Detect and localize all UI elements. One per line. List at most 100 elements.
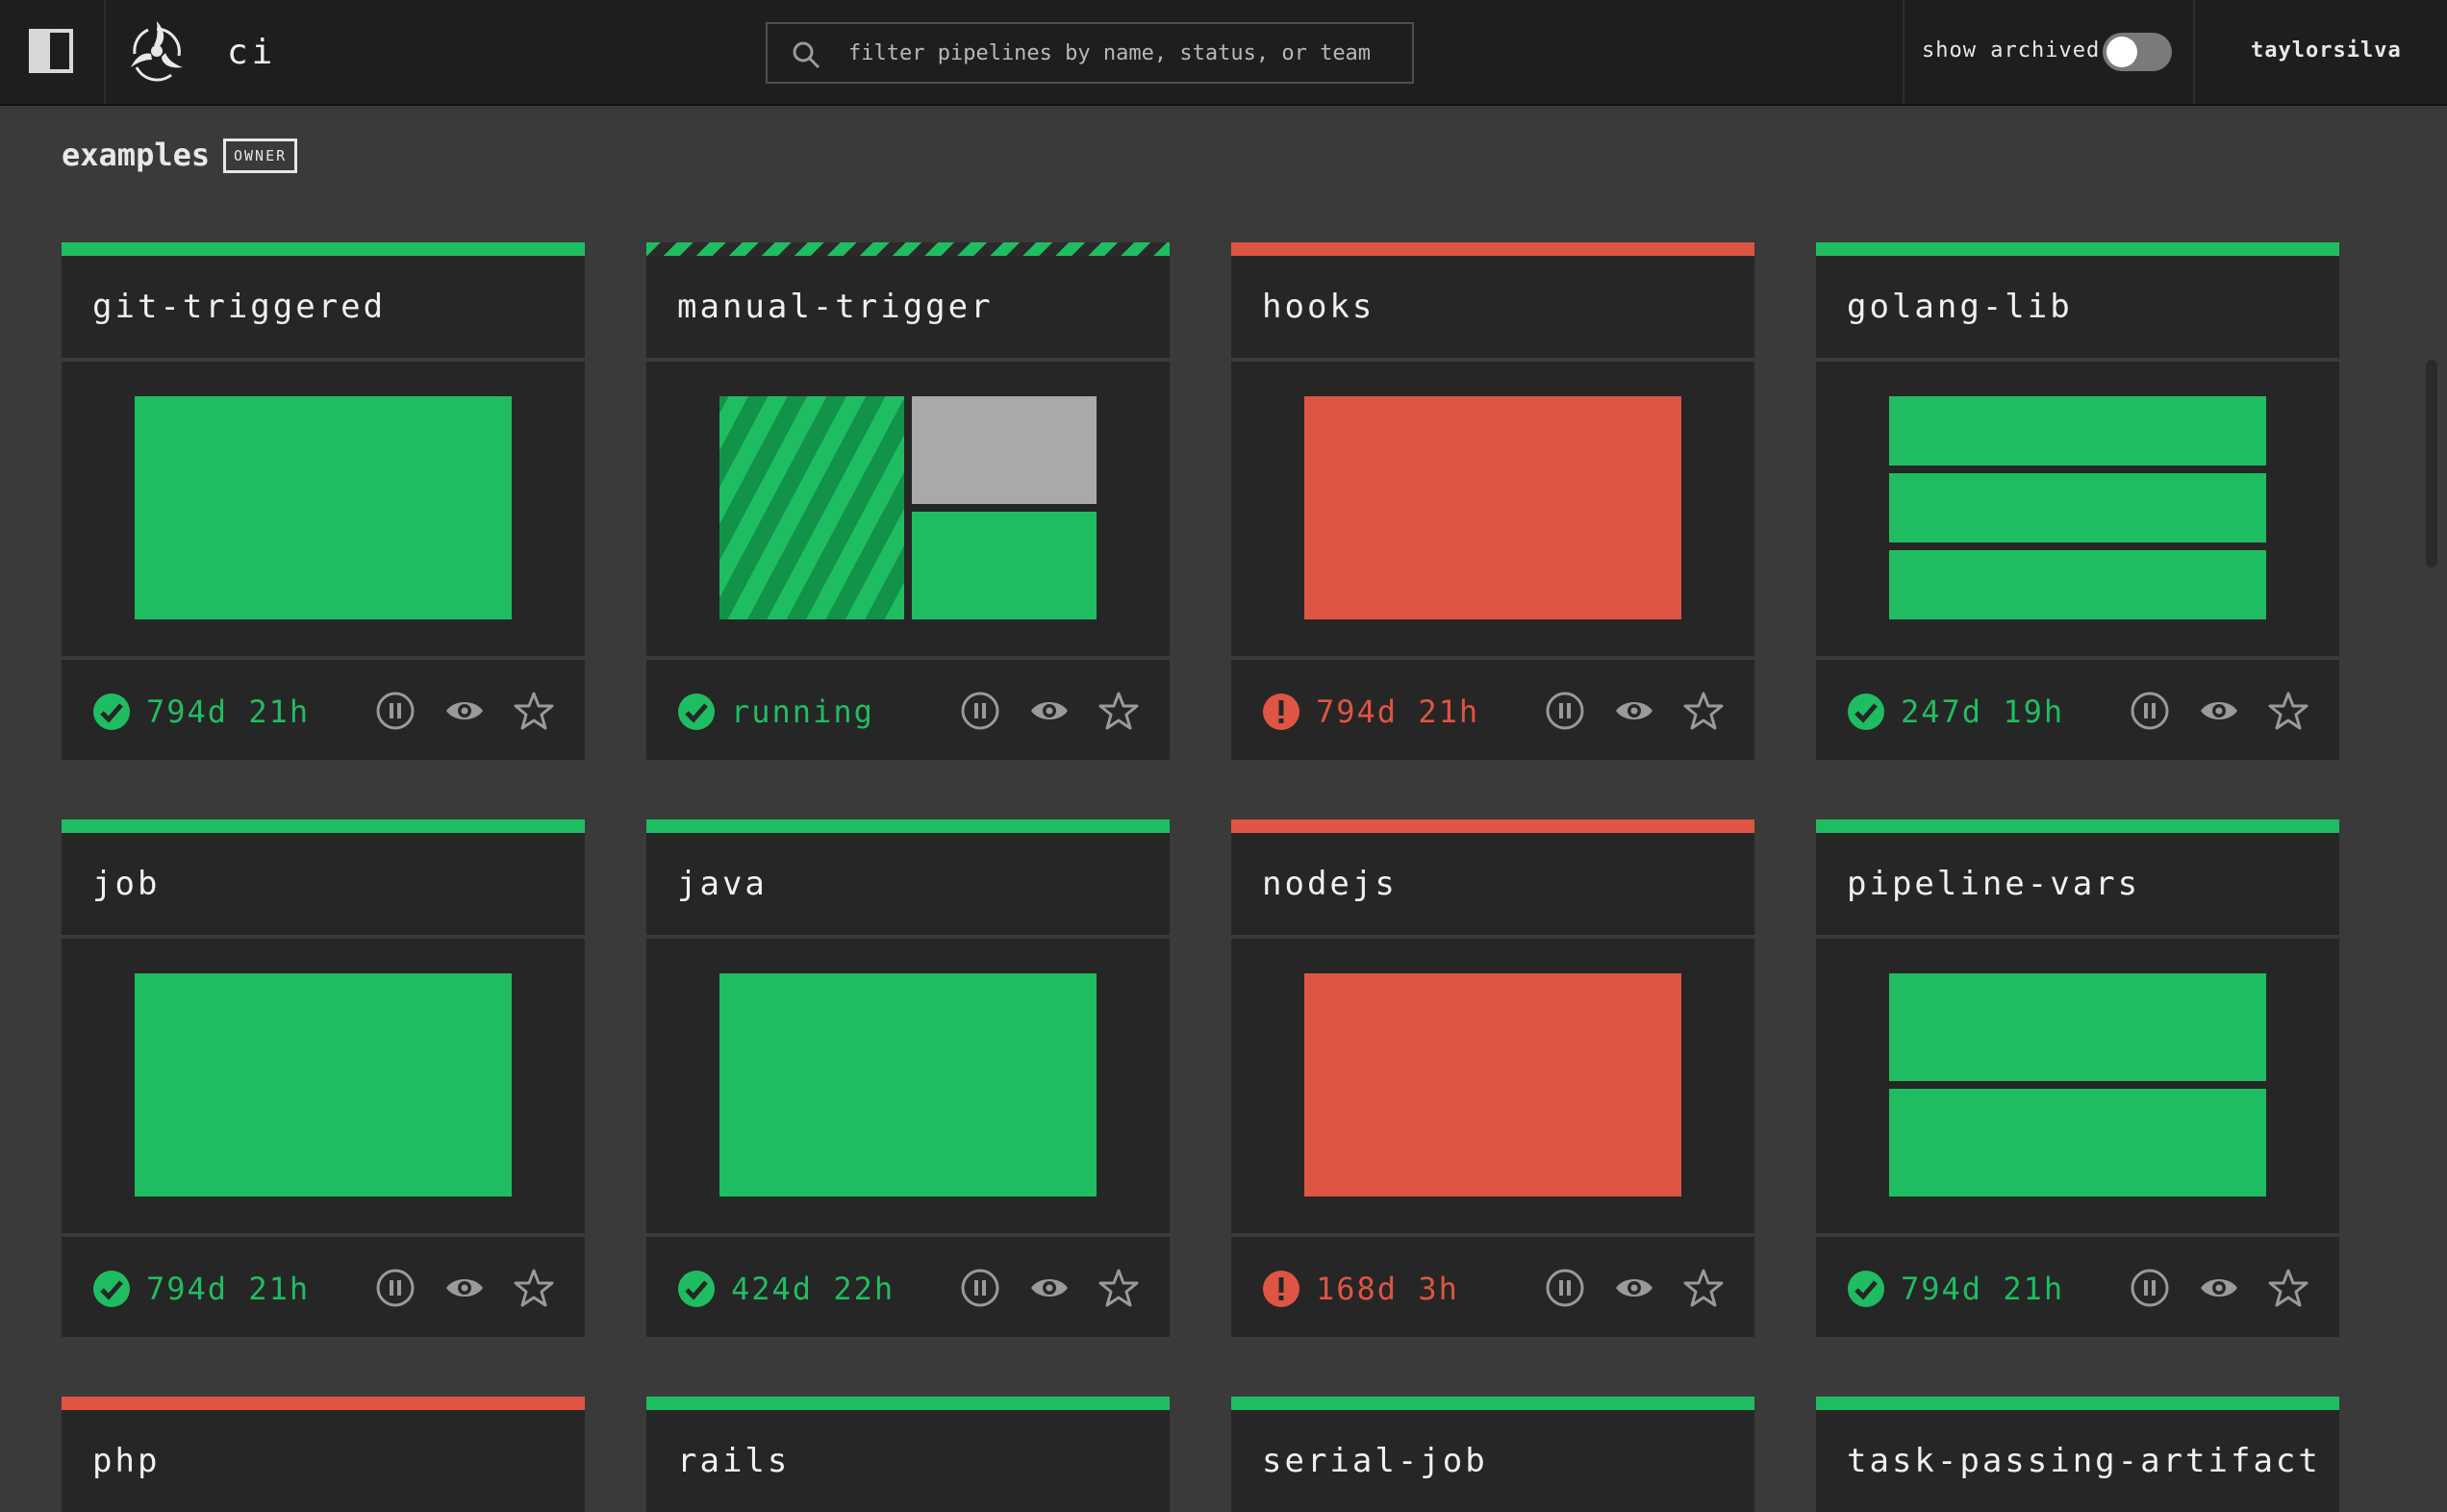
pipeline-name[interactable]: serial-job [1262, 1442, 1488, 1480]
job-box[interactable] [1889, 473, 2266, 542]
eye-icon[interactable] [1029, 1268, 1070, 1308]
pipeline-card[interactable]: php [62, 1397, 585, 1512]
status-duration: running [731, 693, 874, 730]
pipeline-preview[interactable] [646, 362, 1170, 656]
pipeline-name[interactable]: task-passing-artifact [1847, 1442, 2321, 1480]
status-bar [646, 1397, 1170, 1410]
pipeline-card[interactable]: golang-lib 247d 19h [1816, 242, 2339, 760]
pipeline-preview[interactable] [1816, 939, 2339, 1233]
concourse-logo-icon[interactable] [123, 17, 190, 85]
card-header[interactable]: job [62, 833, 585, 935]
job-box[interactable] [1889, 1089, 2266, 1197]
pipeline-name[interactable]: nodejs [1262, 865, 1398, 903]
star-icon[interactable] [1098, 691, 1139, 731]
job-box[interactable] [1889, 396, 2266, 466]
star-icon[interactable] [1683, 1268, 1724, 1308]
pipeline-preview[interactable] [1231, 362, 1754, 656]
pipeline-name[interactable]: pipeline-vars [1847, 865, 2140, 903]
card-header[interactable]: nodejs [1231, 833, 1754, 935]
pipeline-preview[interactable] [646, 939, 1170, 1233]
status-duration: 168d 3h [1316, 1271, 1459, 1307]
pipeline-name[interactable]: java [677, 865, 768, 903]
eye-icon[interactable] [444, 691, 485, 731]
scrollbar[interactable] [2426, 360, 2437, 567]
user-menu[interactable]: taylorsilva [2251, 38, 2402, 63]
pause-icon[interactable] [1545, 1268, 1585, 1308]
card-header[interactable]: pipeline-vars [1816, 833, 2339, 935]
status-duration: 424d 22h [731, 1271, 896, 1307]
star-icon[interactable] [2268, 1268, 2308, 1308]
star-icon[interactable] [2268, 691, 2308, 731]
pause-icon[interactable] [2130, 1268, 2170, 1308]
card-header[interactable]: php [62, 1410, 585, 1512]
pipeline-card[interactable]: job 794d 21h [62, 819, 585, 1337]
pause-icon[interactable] [1545, 691, 1585, 731]
pipeline-name[interactable]: hooks [1262, 288, 1375, 326]
card-header[interactable]: serial-job [1231, 1410, 1754, 1512]
pause-icon[interactable] [960, 1268, 1000, 1308]
pipeline-preview[interactable] [1231, 939, 1754, 1233]
pipeline-card[interactable]: java 424d 22h [646, 819, 1170, 1337]
job-box[interactable] [135, 973, 512, 1197]
job-box[interactable] [1304, 396, 1681, 619]
job-box[interactable] [719, 973, 1097, 1197]
pipeline-name[interactable]: job [92, 865, 160, 903]
job-box[interactable] [912, 396, 1097, 504]
card-footer: 794d 21h [1816, 1237, 2339, 1337]
card-header[interactable]: task-passing-artifact [1816, 1410, 2339, 1512]
pipeline-preview[interactable] [62, 939, 585, 1233]
job-box[interactable] [1304, 973, 1681, 1197]
eye-icon[interactable] [2199, 1268, 2239, 1308]
pipeline-name[interactable]: git-triggered [92, 288, 386, 326]
pipeline-name[interactable]: golang-lib [1847, 288, 2073, 326]
card-header[interactable]: git-triggered [62, 256, 585, 358]
pipeline-preview[interactable] [1816, 362, 2339, 656]
pipeline-name[interactable]: php [92, 1442, 160, 1480]
eye-icon[interactable] [1614, 1268, 1654, 1308]
divider [2193, 0, 2195, 104]
team-title: examples [62, 137, 211, 173]
status-bar [1231, 242, 1754, 256]
pipeline-name[interactable]: manual-trigger [677, 288, 994, 326]
job-box[interactable] [1889, 550, 2266, 619]
card-header[interactable]: rails [646, 1410, 1170, 1512]
pipeline-card[interactable]: rails [646, 1397, 1170, 1512]
star-icon[interactable] [1683, 691, 1724, 731]
job-box[interactable] [719, 396, 904, 619]
star-icon[interactable] [514, 1268, 554, 1308]
pipeline-card[interactable]: pipeline-vars 794d 21h [1816, 819, 2339, 1337]
star-icon[interactable] [1098, 1268, 1139, 1308]
eye-icon[interactable] [2199, 691, 2239, 731]
card-header[interactable]: manual-trigger [646, 256, 1170, 358]
pause-icon[interactable] [375, 1268, 416, 1308]
eye-icon[interactable] [444, 1268, 485, 1308]
exclamation-circle-icon [1263, 693, 1299, 730]
pipeline-card[interactable]: nodejs 168d 3h [1231, 819, 1754, 1337]
card-header[interactable]: java [646, 833, 1170, 935]
role-badge: OWNER [223, 139, 298, 173]
card-header[interactable]: hooks [1231, 256, 1754, 358]
job-box[interactable] [1889, 973, 2266, 1081]
pipeline-card[interactable]: task-passing-artifact [1816, 1397, 2339, 1512]
pipeline-card[interactable]: serial-job [1231, 1397, 1754, 1512]
card-header[interactable]: golang-lib [1816, 256, 2339, 358]
eye-icon[interactable] [1614, 691, 1654, 731]
eye-icon[interactable] [1029, 691, 1070, 731]
show-archived-toggle[interactable] [2103, 33, 2172, 71]
search-input[interactable] [848, 34, 1387, 72]
sidebar-toggle-icon[interactable] [29, 29, 73, 73]
pipeline-card[interactable]: git-triggered 794d 21h [62, 242, 585, 760]
pipeline-card[interactable]: manual-trigger running [646, 242, 1170, 760]
card-footer: 794d 21h [1231, 660, 1754, 760]
divider [1903, 0, 1905, 104]
pipeline-name[interactable]: rails [677, 1442, 790, 1480]
pause-icon[interactable] [2130, 691, 2170, 731]
pipeline-card[interactable]: hooks 794d 21h [1231, 242, 1754, 760]
pause-icon[interactable] [960, 691, 1000, 731]
job-box[interactable] [912, 512, 1097, 619]
pause-icon[interactable] [375, 691, 416, 731]
status-duration: 794d 21h [1316, 693, 1480, 730]
pipeline-preview[interactable] [62, 362, 585, 656]
star-icon[interactable] [514, 691, 554, 731]
job-box[interactable] [135, 396, 512, 619]
